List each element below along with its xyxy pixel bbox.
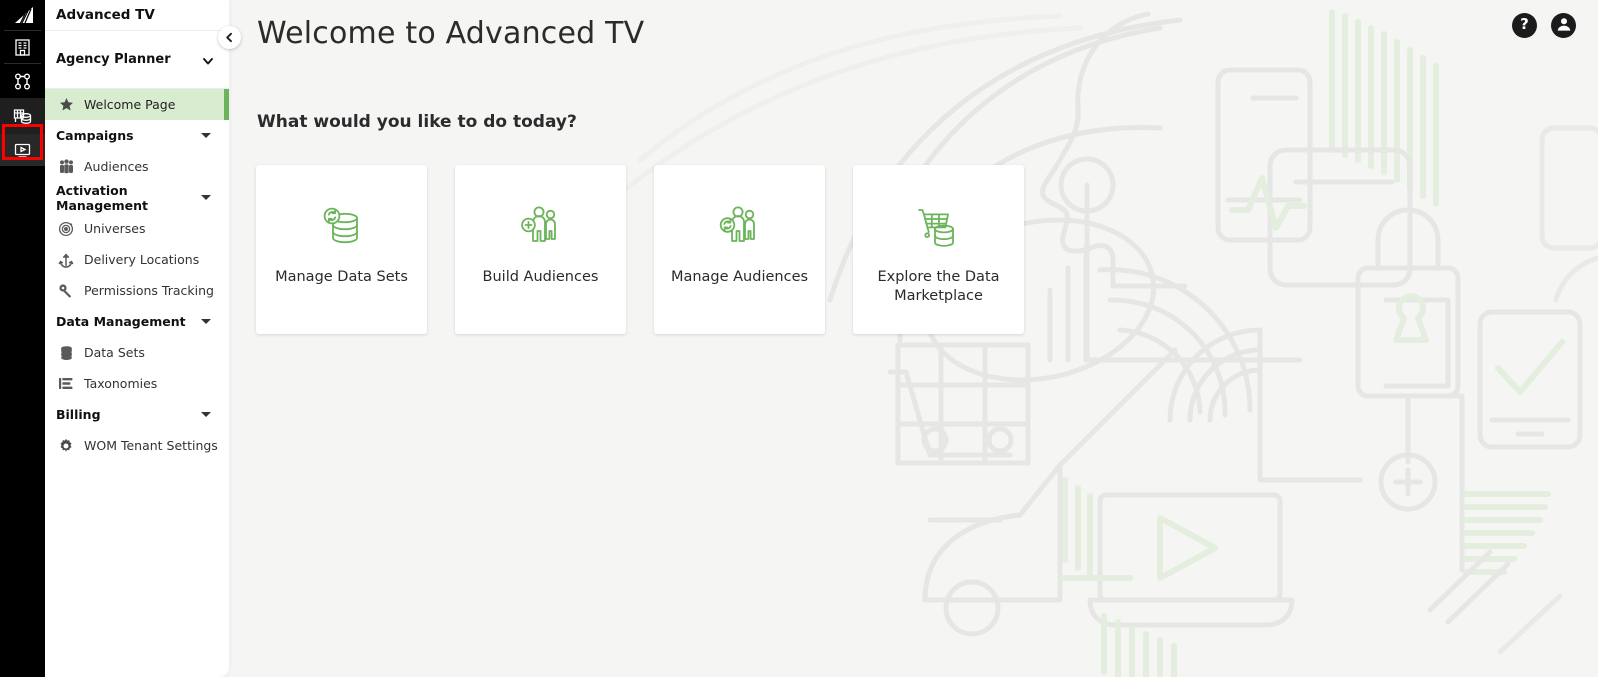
sidebar-item-wom-tenant-settings[interactable]: WOM Tenant Settings [45, 430, 229, 461]
sidebar-item-label: Data Sets [84, 345, 145, 360]
action-card-manage-data-sets[interactable]: Manage Data Sets [256, 165, 427, 334]
person-refresh-icon [712, 200, 768, 256]
data-grid-database-icon [12, 106, 33, 127]
fan-logo-icon [11, 5, 35, 25]
main-content: Welcome to Advanced TV What would you li… [229, 0, 1598, 677]
sidebar-group-label: Activation Management [56, 182, 149, 213]
action-card-manage-audiences[interactable]: Manage Audiences [654, 165, 825, 334]
action-card-label: Build Audiences [482, 269, 599, 285]
sidebar-item-label: Permissions Tracking [84, 283, 214, 298]
sidebar-item-label: Audiences [84, 159, 149, 174]
sidebar-item-delivery-locations[interactable]: Delivery Locations [45, 244, 229, 275]
sidebar-item-label: WOM Tenant Settings [84, 438, 218, 453]
sidebar-group-label: Data Management [56, 314, 186, 329]
building-icon [13, 38, 32, 57]
database-stack-icon [56, 343, 76, 363]
user-avatar-icon [1556, 16, 1572, 36]
sidebar-item-audiences[interactable]: Audiences [45, 151, 229, 182]
sidebar-brand-label: Advanced TV [56, 7, 155, 23]
sidebar-nav: Welcome Page Campaigns Audiences Activat… [45, 89, 229, 461]
action-card-label: Manage Data Sets [275, 269, 408, 285]
network-nodes-icon [13, 72, 32, 91]
sidebar-group-label: Billing [56, 407, 101, 422]
sidebar-group-billing[interactable]: Billing [45, 399, 229, 430]
workspace-selector-label: Agency Planner [56, 52, 171, 67]
caret-down-icon [201, 412, 211, 417]
sidebar-item-permissions-tracking[interactable]: Permissions Tracking [45, 275, 229, 306]
question-mark-icon: ? [1512, 11, 1537, 40]
chevron-down-icon [201, 53, 215, 67]
gear-icon [56, 436, 76, 456]
sidebar-item-label: Universes [84, 221, 146, 236]
sidebar: Advanced TV Agency Planner Welcome Page [45, 0, 229, 677]
action-card-explore-data-marketplace[interactable]: Explore the Data Marketplace [853, 165, 1024, 334]
account-button[interactable] [1551, 13, 1576, 38]
database-refresh-icon [314, 200, 370, 256]
key-icon [56, 281, 76, 301]
workspace-selector[interactable]: Agency Planner [45, 31, 229, 89]
orbit-target-icon [56, 219, 76, 239]
caret-down-icon [201, 133, 211, 138]
caret-down-icon [201, 319, 211, 324]
app-root: Advanced TV Agency Planner Welcome Page [0, 0, 1598, 677]
sidebar-item-label: Welcome Page [84, 97, 176, 112]
sidebar-item-label: Taxonomies [84, 376, 158, 391]
sidebar-item-universes[interactable]: Universes [45, 213, 229, 244]
star-icon [56, 95, 76, 115]
sidebar-group-label: Campaigns [56, 128, 134, 143]
rail-item-video[interactable] [0, 134, 45, 166]
rail-item-network[interactable] [0, 64, 45, 98]
rail-item-data-platform[interactable] [0, 98, 45, 134]
app-logo[interactable] [0, 0, 45, 30]
person-add-icon [513, 200, 569, 256]
rail-item-buildings[interactable] [0, 31, 45, 63]
action-card-build-audiences[interactable]: Build Audiences [455, 165, 626, 334]
sidebar-item-label: Delivery Locations [84, 252, 200, 267]
taxonomy-list-icon [56, 374, 76, 394]
action-card-label: Manage Audiences [670, 269, 809, 285]
caret-down-icon [201, 195, 211, 200]
chevron-left-icon [224, 28, 235, 47]
action-card-label: Explore the Data Marketplace [877, 269, 1000, 304]
header-actions: ? [1512, 13, 1576, 38]
anchor-arrows-icon [56, 250, 76, 270]
sidebar-group-campaigns[interactable]: Campaigns [45, 120, 229, 151]
icon-rail [0, 0, 45, 677]
people-group-icon [56, 157, 76, 177]
sidebar-group-activation-management[interactable]: Activation Management [45, 182, 229, 213]
sidebar-brand: Advanced TV [45, 0, 229, 31]
page-title: Welcome to Advanced TV [257, 16, 645, 51]
sidebar-item-data-sets[interactable]: Data Sets [45, 337, 229, 368]
sidebar-group-data-management[interactable]: Data Management [45, 306, 229, 337]
svg-text:?: ? [1520, 15, 1529, 33]
sidebar-item-welcome-page[interactable]: Welcome Page [45, 89, 229, 120]
help-button[interactable]: ? [1512, 13, 1537, 38]
video-player-icon [13, 142, 32, 159]
action-card-grid: Manage Data Sets Build Audiences Manage … [256, 165, 1024, 334]
section-question: What would you like to do today? [257, 112, 577, 132]
sidebar-item-taxonomies[interactable]: Taxonomies [45, 368, 229, 399]
cart-database-icon [911, 200, 967, 256]
sidebar-collapse-button[interactable] [218, 26, 241, 49]
